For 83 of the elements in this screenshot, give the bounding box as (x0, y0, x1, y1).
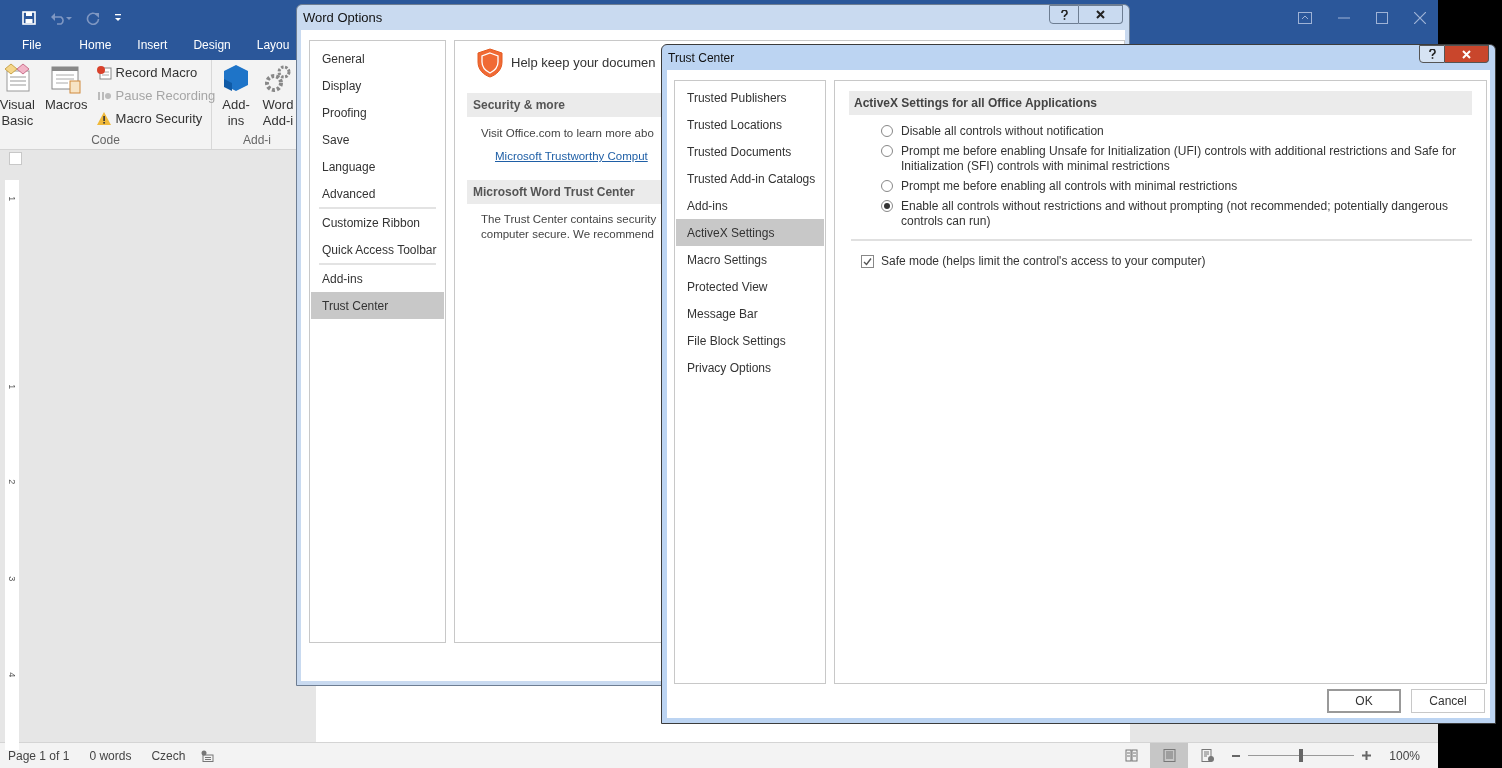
help-button[interactable] (1049, 5, 1079, 24)
nav-item[interactable]: Advanced (311, 180, 444, 207)
shield-icon (477, 48, 503, 78)
radio-button[interactable] (881, 125, 893, 137)
ribbon-button[interactable]: Macro Security (95, 109, 216, 129)
ribbon-button[interactable]: Macros (40, 63, 92, 131)
maximize-icon (1376, 11, 1388, 24)
option-label: Prompt me before enabling Unsafe for Initialization (UFI) controls with additional restrictions and Safe for Initialization (SFI) controls with minimal restrictions (901, 144, 1457, 174)
radio-button[interactable] (881, 180, 893, 192)
ribbon-group-label: Add-i (243, 132, 271, 149)
nav-item[interactable]: Protected View (676, 273, 824, 300)
ribbon-display-options-icon (1298, 11, 1312, 24)
zoom-level[interactable]: 100% (1389, 746, 1420, 765)
link[interactable]: Microsoft Trustworthy Comput (495, 148, 648, 166)
checkbox[interactable] (861, 254, 874, 268)
ribbon-tab[interactable]: File (22, 36, 42, 60)
ribbon-button[interactable]: Visual Basic (0, 63, 39, 131)
language[interactable]: Czech (151, 746, 186, 765)
nav-item[interactable]: Privacy Options (676, 354, 824, 381)
help-icon (1428, 49, 1436, 59)
record-icon (95, 65, 112, 81)
nav-item[interactable]: Proofing (311, 99, 444, 126)
nav-item[interactable]: Save (311, 126, 444, 153)
ruler-number: 1 (6, 384, 19, 390)
window-title: Word Options (303, 8, 383, 27)
ruler-number: 3 (6, 576, 19, 582)
nav-item[interactable]: Quick Access Toolbar (311, 236, 444, 263)
close-icon (1096, 10, 1105, 19)
zoom-in-icon (1362, 751, 1372, 760)
nav-item[interactable]: ActiveX Settings (676, 219, 824, 246)
redo-icon (86, 10, 100, 25)
nav-item[interactable]: General (311, 45, 444, 72)
ruler-number: 4 (6, 672, 19, 678)
ribbon-tab[interactable]: Home (79, 36, 112, 60)
zoom-slider[interactable] (1248, 749, 1355, 762)
nav-item[interactable]: Language (311, 153, 444, 180)
view-button[interactable] (1150, 743, 1189, 768)
close-icon (1462, 49, 1471, 59)
warning-icon (95, 111, 112, 127)
heading: Help keep your documen (511, 54, 656, 73)
nav-item[interactable]: Customize Ribbon (311, 209, 444, 236)
print-layout-icon (1162, 749, 1176, 762)
ruler-number: 2 (6, 479, 19, 485)
macro-recording-icon (201, 749, 215, 762)
nav-item[interactable]: Message Bar (676, 300, 824, 327)
close-button[interactable] (1079, 5, 1123, 24)
nav-item[interactable]: File Block Settings (676, 327, 824, 354)
ribbon-group-label: Code (91, 132, 120, 149)
check-icon (863, 256, 872, 266)
radio-button[interactable] (881, 145, 893, 157)
section-header: ActiveX Settings for all Office Applications (849, 91, 1472, 115)
dialog-button[interactable]: OK (1327, 689, 1401, 713)
ruler-number: 1 (6, 196, 19, 202)
ribbon-tab[interactable]: Layou (256, 36, 290, 60)
close-button[interactable] (1445, 45, 1489, 63)
close-icon (1414, 11, 1426, 24)
description-text: Visit Office.com to learn more abo (481, 126, 654, 141)
read-mode-icon (1124, 749, 1138, 762)
ribbon-button[interactable]: Word Add-i (258, 63, 298, 131)
help-button[interactable] (1419, 45, 1445, 63)
nav-item[interactable]: Trusted Documents (676, 138, 824, 165)
word-count[interactable]: 0 words (89, 746, 132, 765)
window-title: Trust Center (668, 49, 735, 67)
description-text: The Trust Center contains security computer secure. We recommend (481, 211, 657, 242)
ribbon-button[interactable]: Add- ins (216, 63, 256, 131)
zoom-slider-thumb[interactable] (1299, 749, 1304, 762)
page-count[interactable]: Page 1 of 1 (8, 746, 70, 765)
dialog-button[interactable]: Cancel (1411, 689, 1485, 713)
radio-button[interactable] (881, 200, 893, 212)
ribbon-tab[interactable]: Design (193, 36, 231, 60)
nav-item[interactable]: Trust Center (311, 292, 444, 319)
ribbon-tab[interactable]: Insert (137, 36, 168, 60)
nav-item[interactable]: Macro Settings (676, 246, 824, 273)
save-icon (22, 10, 36, 25)
nav-item[interactable]: Display (311, 72, 444, 99)
option-label: Disable all controls without notification (901, 124, 1104, 139)
help-icon (1060, 9, 1068, 20)
ribbon-button[interactable]: Record Macro (95, 63, 216, 83)
macro-list-icon (50, 63, 83, 95)
customize-caret-icon (114, 12, 122, 23)
nav-item[interactable]: Add-ins (311, 265, 444, 292)
checkbox-label: Safe mode (helps limit the control's access to your computer) (881, 253, 1206, 270)
web-layout-icon (1200, 749, 1214, 762)
